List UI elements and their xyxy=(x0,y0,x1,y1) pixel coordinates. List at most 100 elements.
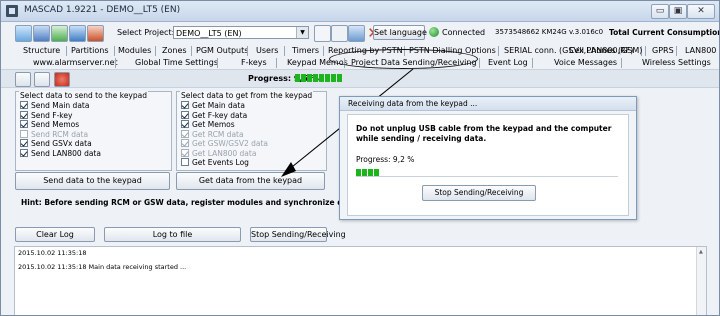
current-consumption: Total Current Consumption: ~395 m xyxy=(609,28,719,37)
send-icon[interactable] xyxy=(15,72,31,87)
send-checkbox[interactable] xyxy=(20,139,28,147)
dialog-title: Receiving data from the keypad ... xyxy=(340,97,636,111)
dialog-progress-indicator xyxy=(356,167,618,179)
get-checkbox-label: Get Main data xyxy=(192,101,245,110)
open-icon[interactable] xyxy=(51,25,68,42)
get-checkbox xyxy=(181,139,189,147)
tab-users[interactable]: Users xyxy=(256,45,278,57)
send-checkbox-label: Send RCM data xyxy=(31,129,89,139)
get-checkbox-label: Get LAN800 data xyxy=(192,148,257,158)
tab-pgm-outputs[interactable]: PGM Outputs xyxy=(196,45,248,57)
tab-event-log[interactable]: Event Log xyxy=(488,57,528,69)
get-checkbox-row[interactable]: Get Events Log xyxy=(181,158,249,168)
receiving-dialog: Receiving data from the keypad ... Do no… xyxy=(339,96,637,220)
log-line: 2015.10.02 11:35:18 Main data receiving … xyxy=(18,263,187,271)
tab-separator xyxy=(498,46,499,56)
get-checkbox[interactable] xyxy=(181,158,189,166)
send-checkbox-row[interactable]: Send GSVx data xyxy=(20,139,92,149)
get-checkbox-label: Get RCM data xyxy=(192,129,244,139)
send-checkbox[interactable] xyxy=(20,110,28,119)
close-button[interactable]: ✕ xyxy=(687,4,715,19)
get-checkbox-row[interactable]: Get Main data xyxy=(181,101,245,111)
stop-icon[interactable] xyxy=(54,72,70,87)
settings-icon[interactable] xyxy=(348,25,365,42)
select-project-label: Select Project: xyxy=(117,28,175,37)
tab-separator xyxy=(217,58,218,68)
send-checkbox-row: Send RCM data xyxy=(20,129,89,140)
set-language-button[interactable]: Set language xyxy=(373,25,427,40)
connection-status-icon xyxy=(429,27,439,37)
tab-wireless[interactable]: Wireless Settings xyxy=(642,57,711,69)
tab-separator xyxy=(66,46,67,56)
get-checkbox-row[interactable]: Get F-key data xyxy=(181,110,248,121)
dialog-warning: Do not unplug USB cable from the keypad … xyxy=(356,124,612,143)
get-checkbox[interactable] xyxy=(181,120,189,128)
dialog-progress-segment xyxy=(356,169,361,176)
dialog-progress-segment xyxy=(368,169,373,176)
get-checkbox-label: Get GSW/GSV2 data xyxy=(192,139,269,148)
tab-lan800[interactable]: LAN800 xyxy=(685,45,716,57)
app-logo-icon xyxy=(6,5,18,17)
send-checkbox-row[interactable]: Send Main data xyxy=(20,101,89,111)
tab-partitions[interactable]: Partitions xyxy=(71,45,109,57)
get-checkbox-row[interactable]: Get Memos xyxy=(181,120,235,130)
documents-icon[interactable] xyxy=(314,25,331,42)
tab-separator xyxy=(114,46,115,56)
send-data-button[interactable]: Send data to the keypad xyxy=(15,172,170,190)
get-checkbox[interactable] xyxy=(181,110,189,119)
send-checkbox[interactable] xyxy=(20,120,28,128)
get-checkbox-label: Get F-key data xyxy=(192,110,248,120)
tab-separator xyxy=(479,58,480,68)
connection-status: Connected xyxy=(442,28,486,37)
send-group-title: Select data to send to the keypad xyxy=(19,91,148,100)
get-checkbox-label: Get Events Log xyxy=(192,158,249,167)
project-select-value: DEMO__LT5 (EN) xyxy=(176,29,242,38)
tab-global-time[interactable]: Global Time Settings xyxy=(135,57,218,69)
tab-modules[interactable]: Modules xyxy=(118,45,151,57)
send-checkbox-label: Send Memos xyxy=(31,120,80,129)
tab-separator xyxy=(621,58,622,68)
dialog-stop-button[interactable]: Stop Sending/Receiving xyxy=(422,185,536,201)
tab-structure[interactable]: Structure xyxy=(23,45,60,57)
project-select[interactable]: DEMO__LT5 (EN) ▼ xyxy=(173,26,309,39)
send-checkbox[interactable] xyxy=(20,148,28,157)
tab-alarmserver[interactable]: www.alarmserver.net xyxy=(33,57,118,69)
send-checkbox-row[interactable]: Send LAN800 data xyxy=(20,148,101,159)
main-window: MASCAD 1.9221 - DEMO__LT5 (EN) ▭ ▣ ✕ Sel… xyxy=(0,0,720,316)
tab-voice-messages[interactable]: Voice Messages xyxy=(554,57,617,69)
tools-icon[interactable] xyxy=(87,25,104,42)
tab-separator xyxy=(284,46,285,56)
maximize-button[interactable]: ▣ xyxy=(669,4,687,19)
send-checkbox[interactable] xyxy=(20,101,28,109)
send-checkbox-row[interactable]: Send Memos xyxy=(20,120,79,130)
report-icon[interactable] xyxy=(331,25,348,42)
get-checkbox[interactable] xyxy=(181,101,189,109)
export-icon[interactable] xyxy=(69,25,86,42)
minimize-button[interactable]: ▭ xyxy=(651,4,669,19)
log-to-file-button[interactable]: Log to file xyxy=(104,227,241,242)
tab-separator xyxy=(532,58,533,68)
log-scrollbar[interactable]: ▲ xyxy=(696,247,706,315)
tab-f-keys[interactable]: F-keys xyxy=(241,57,267,69)
get-checkbox-row: Get LAN800 data xyxy=(181,148,257,159)
stop-button[interactable]: Stop Sending/Receiving xyxy=(250,227,346,242)
tab-gprs[interactable]: GPRS xyxy=(652,45,674,57)
tab-cell-phones[interactable]: Cell Phones (GSM) xyxy=(569,45,642,57)
scroll-up-icon[interactable]: ▲ xyxy=(699,249,703,255)
tab-separator xyxy=(645,46,646,56)
send-checkbox-row[interactable]: Send F-key xyxy=(20,110,72,121)
log-area[interactable]: 2015.10.02 11:35:18 2015.10.02 11:35:18 … xyxy=(14,246,707,315)
clear-log-button[interactable]: Clear Log xyxy=(15,227,95,242)
tab-timers[interactable]: Timers xyxy=(292,45,319,57)
send-checkbox xyxy=(20,129,28,138)
new-icon[interactable] xyxy=(15,25,32,42)
tab-separator xyxy=(155,46,156,56)
receive-icon[interactable] xyxy=(34,72,50,87)
get-checkbox-row: Get RCM data xyxy=(181,129,244,140)
get-checkbox-label: Get Memos xyxy=(192,120,235,129)
save-icon[interactable] xyxy=(33,25,50,42)
get-checkbox xyxy=(181,148,189,157)
tab-zones[interactable]: Zones xyxy=(162,45,187,57)
tab-separator xyxy=(247,46,248,56)
tab-separator xyxy=(191,46,192,56)
